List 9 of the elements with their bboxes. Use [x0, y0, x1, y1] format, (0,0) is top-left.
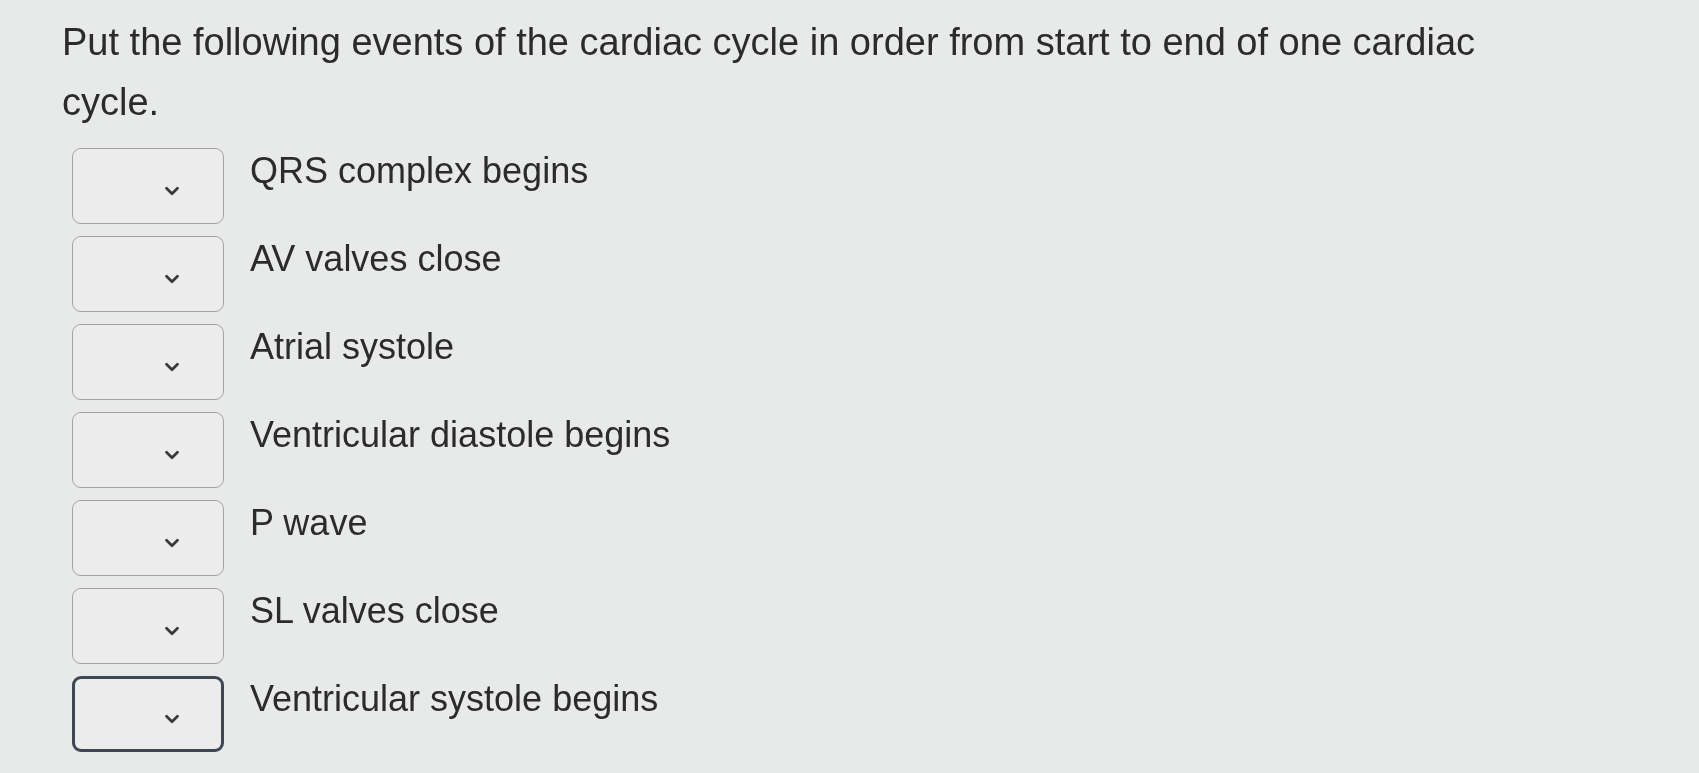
- event-label: P wave: [250, 502, 368, 544]
- event-label: AV valves close: [250, 238, 502, 280]
- dropdown-select[interactable]: [72, 676, 224, 752]
- event-label: Atrial systole: [250, 326, 455, 368]
- event-label: QRS complex begins: [250, 150, 589, 192]
- event-label: SL valves close: [250, 590, 499, 632]
- event-label: Ventricular systole begins: [250, 678, 659, 720]
- event-label: Ventricular diastole begins: [250, 414, 671, 456]
- question-text: Put the following events of the cardiac cycle in order from start to end of one cardiac cycle.: [62, 20, 1477, 125]
